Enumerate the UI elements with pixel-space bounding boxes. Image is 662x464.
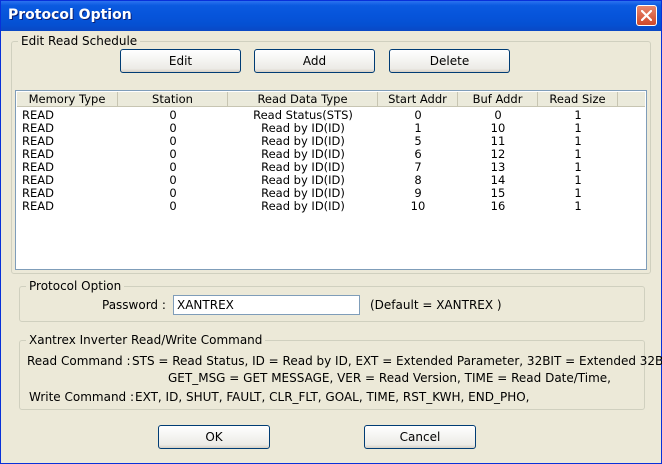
read-command-label: Read Command : (27, 354, 131, 368)
column-header-buf-addr[interactable]: Buf Addr (458, 92, 538, 107)
add-button[interactable]: Add (254, 49, 375, 73)
xantrex-command-legend: Xantrex Inverter Read/Write Command (26, 333, 266, 347)
cell-read-data-type: Read by ID(ID) (261, 199, 345, 213)
cell-memory-type: READ (22, 199, 54, 213)
cell-read-size: 1 (574, 199, 582, 213)
column-header-start-addr[interactable]: Start Addr (378, 92, 458, 107)
cancel-button[interactable]: Cancel (364, 425, 476, 449)
password-input[interactable]: XANTREX (173, 295, 360, 315)
column-header-read-size[interactable]: Read Size (538, 92, 618, 107)
default-password-hint: (Default = XANTREX ) (370, 298, 502, 312)
delete-button[interactable]: Delete (389, 49, 510, 73)
password-label: Password : (102, 298, 166, 312)
read-command-line-2: GET_MSG = GET MESSAGE, VER = Read Versio… (168, 371, 611, 385)
table-row[interactable]: READ 0 Read by ID(ID) 10 16 1 (17, 200, 645, 213)
write-command-label: Write Command : (29, 390, 135, 404)
ok-button[interactable]: OK (158, 425, 270, 449)
cell-station: 0 (169, 199, 177, 213)
column-header-read-data-type[interactable]: Read Data Type (228, 92, 378, 107)
title-bar[interactable]: Protocol Option (1, 1, 661, 31)
window-title: Protocol Option (8, 7, 132, 23)
read-schedule-list[interactable]: Memory Type Station Read Data Type Start Ad… (15, 90, 647, 270)
column-header-memory-type[interactable]: Memory Type (17, 92, 118, 107)
close-icon (641, 10, 652, 21)
close-button[interactable] (636, 5, 657, 26)
column-header-station[interactable]: Station (118, 92, 228, 107)
edit-button[interactable]: Edit (120, 49, 241, 73)
list-header: Memory Type Station Read Data Type Start Ad… (17, 92, 645, 107)
read-command-line-1: STS = Read Status, ID = Read by ID, EXT … (132, 354, 662, 368)
cell-start-addr: 10 (410, 199, 426, 213)
write-command-line: EXT, ID, SHUT, FAULT, CLR_FLT, GOAL, TIM… (135, 390, 530, 404)
edit-read-schedule-legend: Edit Read Schedule (18, 34, 141, 48)
protocol-option-dialog: Protocol Option Edit Read Schedule Edit … (0, 0, 662, 464)
protocol-option-legend: Protocol Option (26, 279, 125, 293)
cell-buf-addr: 16 (490, 199, 506, 213)
